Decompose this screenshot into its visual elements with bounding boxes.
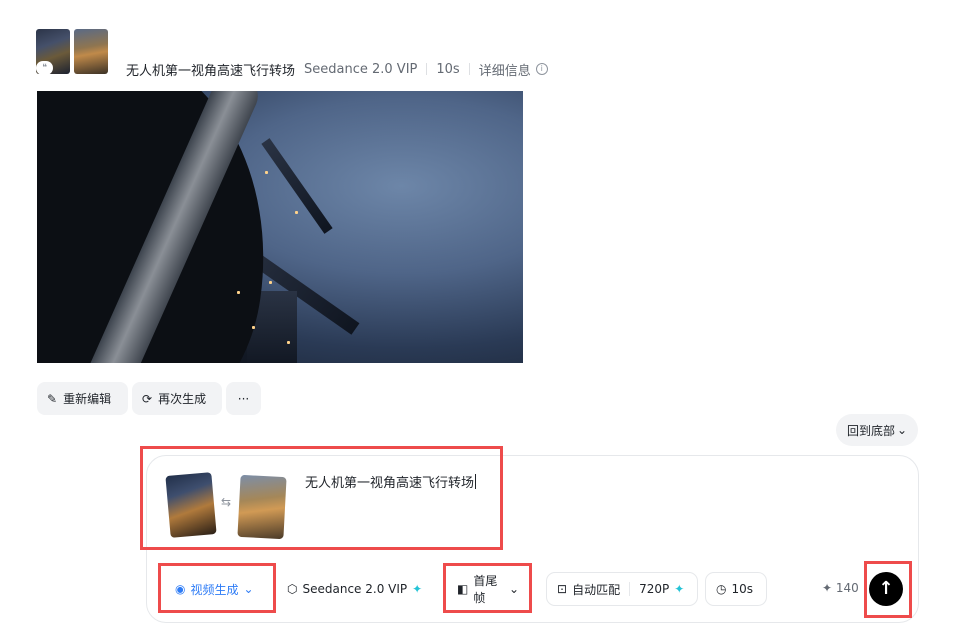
ratio-icon: ⊡ [557,582,568,596]
sparkle-icon: ✦ [412,582,423,596]
record-meta: 无人机第一视角高速飞行转场 Seedance 2.0 VIP 10s 详细信息 … [126,59,548,79]
send-button[interactable]: ↑ [869,572,903,606]
chevron-down-icon: ⌄ [508,582,519,596]
clock-icon: ◷ [716,582,727,596]
quote-icon: ❝ [36,61,53,75]
scroll-to-bottom-button[interactable]: 回到底部 ⌄ [836,414,918,446]
cube-icon: ⬡ [287,582,298,596]
info-icon[interactable]: i [535,63,548,75]
credits-cost: ✦ 140 [822,581,859,595]
duration-selector[interactable]: ◷ 10s [705,572,767,606]
video-mode-icon: ◉ [175,582,186,596]
arrow-up-icon: ↑ [878,578,894,599]
edit-icon: ✎ [47,391,58,406]
sparkle-icon: ✦ [674,582,685,596]
record-title: 无人机第一视角高速飞行转场 [126,63,296,79]
reedit-button[interactable]: ✎ 重新编辑 [37,382,128,415]
regenerate-button[interactable]: ⟳ 再次生成 [132,382,222,415]
reference-thumbnails: ❝ [36,29,110,75]
record-duration: 10s [436,61,460,77]
first-frame-upload[interactable] [165,472,217,538]
swap-icon[interactable]: ⇆ [221,495,231,509]
model-selector[interactable]: ⬡ Seedance 2.0 VIP ✦ [276,572,436,606]
frame-mode-dropdown[interactable]: ◧ 首尾帧 ⌄ [446,572,530,606]
last-frame-upload[interactable] [237,474,287,540]
ratio-resolution-selector[interactable]: ⊡ 自动匹配 720P ✦ [546,572,698,606]
divider [629,582,631,596]
more-button[interactable]: ··· [226,382,261,415]
prompt-input[interactable]: 无人机第一视角高速飞行转场 [305,472,477,491]
frame-icon: ◧ [457,582,469,596]
refresh-icon: ⟳ [142,391,153,406]
divider [468,63,470,75]
details-link[interactable]: 详细信息 [479,60,531,79]
video-result[interactable] [37,91,523,363]
text-caret [475,474,477,489]
last-frame-thumbnail [74,29,108,74]
more-icon: ··· [237,391,250,406]
mode-dropdown[interactable]: ◉ 视频生成 ⌄ [164,572,270,606]
record-model: Seedance 2.0 VIP [304,61,418,77]
chevron-down-icon: ⌄ [243,582,254,596]
divider [426,63,428,75]
sparkle-icon: ✦ [822,581,833,595]
chevrons-down-icon: ⌄ [896,423,908,437]
